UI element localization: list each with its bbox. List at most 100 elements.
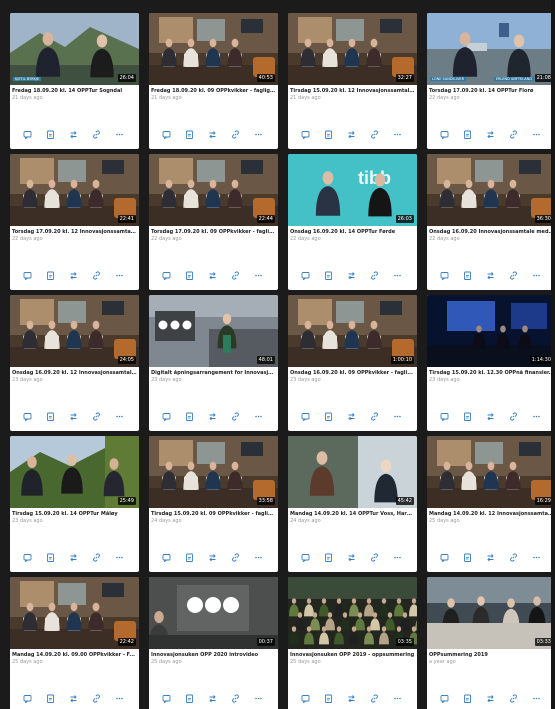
share-icon[interactable] (69, 130, 78, 139)
comment-icon[interactable] (440, 694, 449, 703)
video-card[interactable]: 03:33 OPPsummering 2019 a year ago (427, 577, 555, 709)
share-icon[interactable] (347, 130, 356, 139)
comment-icon[interactable] (440, 271, 449, 280)
share-icon[interactable] (208, 271, 217, 280)
link-icon[interactable] (231, 553, 240, 562)
video-thumbnail[interactable]: LONE SANDS-IVER ERLEND SØFTELAND 21:08 (427, 13, 555, 85)
share-icon[interactable] (486, 412, 495, 421)
video-title[interactable]: Mandag 14.09.20 kl. 09.00 OPPkvikker - F… (12, 652, 137, 659)
more-icon[interactable] (254, 694, 263, 703)
comment-icon[interactable] (162, 553, 171, 562)
video-title[interactable]: Torsdag 17.09.20 kl. 14 OPPTur Florø (429, 88, 554, 95)
share-icon[interactable] (208, 553, 217, 562)
post-icon[interactable] (324, 694, 333, 703)
video-card[interactable]: 32:27 Tirsdag 15.09.20 kl. 12 Innovasjons… (288, 13, 417, 149)
video-thumbnail[interactable]: 1:14:30 (427, 295, 555, 367)
share-icon[interactable] (208, 694, 217, 703)
more-icon[interactable] (393, 271, 402, 280)
post-icon[interactable] (324, 271, 333, 280)
video-title[interactable]: Onsdag 16.09.20 Innovasjonssamtale med..… (429, 229, 554, 236)
link-icon[interactable] (231, 130, 240, 139)
share-icon[interactable] (347, 694, 356, 703)
more-icon[interactable] (115, 271, 124, 280)
share-icon[interactable] (486, 130, 495, 139)
video-title[interactable]: Tirsdag 15.09.20 kl. 14 OPPTur Måløy (12, 511, 137, 518)
video-title[interactable]: Tirsdag 15.09.20 kl. 12.30 OPPnå finansi… (429, 370, 554, 377)
video-title[interactable]: OPPsummering 2019 (429, 652, 554, 659)
link-icon[interactable] (370, 694, 379, 703)
video-title[interactable]: Torsdag 17.09.20 kl. 09 OPPkvikker - fag… (151, 229, 276, 236)
comment-icon[interactable] (301, 553, 310, 562)
video-card[interactable]: 45:42 Mandag 14.09.20 kl. 14 OPPTur Voss,… (288, 436, 417, 572)
link-icon[interactable] (370, 412, 379, 421)
link-icon[interactable] (92, 553, 101, 562)
post-icon[interactable] (185, 412, 194, 421)
video-title[interactable]: Tirsdag 15.09.20 kl. 12 Innovasjonssamta… (290, 88, 415, 95)
post-icon[interactable] (46, 271, 55, 280)
video-title[interactable]: Mandag 14.09.20 kl. 12 Innovasjonssamtal… (429, 511, 554, 518)
more-icon[interactable] (393, 694, 402, 703)
more-icon[interactable] (115, 412, 124, 421)
video-thumbnail[interactable]: 03:33 (427, 577, 555, 649)
video-card[interactable]: 00:37 Innovasjonsuken OPP 2020 introvideo… (149, 577, 278, 709)
video-card[interactable]: 22:42 Mandag 14.09.20 kl. 09.00 OPPkvikke… (10, 577, 139, 709)
comment-icon[interactable] (162, 271, 171, 280)
post-icon[interactable] (185, 553, 194, 562)
video-title[interactable]: Digitalt åpningsarrangement for Innovasj… (151, 370, 276, 377)
share-icon[interactable] (347, 271, 356, 280)
link-icon[interactable] (231, 271, 240, 280)
video-card[interactable]: tibb 26:03 Onsdag 16.09.20 kl. 14 OPPTur F… (288, 154, 417, 290)
comment-icon[interactable] (162, 130, 171, 139)
post-icon[interactable] (324, 412, 333, 421)
comment-icon[interactable] (440, 412, 449, 421)
video-card[interactable]: 33:58 Tirsdag 15.09.20 kl. 09 OPPkvikker … (149, 436, 278, 572)
more-icon[interactable] (532, 412, 541, 421)
comment-icon[interactable] (301, 412, 310, 421)
comment-icon[interactable] (23, 553, 32, 562)
post-icon[interactable] (324, 553, 333, 562)
post-icon[interactable] (46, 412, 55, 421)
more-icon[interactable] (393, 553, 402, 562)
post-icon[interactable] (185, 271, 194, 280)
comment-icon[interactable] (23, 412, 32, 421)
more-icon[interactable] (115, 130, 124, 139)
post-icon[interactable] (46, 553, 55, 562)
video-title[interactable]: Fredag 18.09.20 kl. 14 OPPTur Sogndal (12, 88, 137, 95)
post-icon[interactable] (46, 130, 55, 139)
video-title[interactable]: Torsdag 17.09.20 kl. 12 Innovasjonssamta… (12, 229, 137, 236)
video-thumbnail[interactable]: 32:27 (288, 13, 417, 85)
post-icon[interactable] (463, 694, 472, 703)
link-icon[interactable] (231, 694, 240, 703)
share-icon[interactable] (69, 694, 78, 703)
comment-icon[interactable] (23, 271, 32, 280)
share-icon[interactable] (486, 553, 495, 562)
link-icon[interactable] (370, 553, 379, 562)
video-thumbnail[interactable]: KJETIL BYRKJE 26:04 (10, 13, 139, 85)
link-icon[interactable] (509, 553, 518, 562)
link-icon[interactable] (509, 412, 518, 421)
link-icon[interactable] (509, 694, 518, 703)
comment-icon[interactable] (440, 130, 449, 139)
share-icon[interactable] (208, 130, 217, 139)
comment-icon[interactable] (23, 694, 32, 703)
link-icon[interactable] (509, 130, 518, 139)
video-thumbnail[interactable]: 22:42 (10, 577, 139, 649)
video-title[interactable]: Onsdag 16.09.20 kl. 14 OPPTur Førde (290, 229, 415, 236)
share-icon[interactable] (486, 271, 495, 280)
video-thumbnail[interactable]: 1:00:10 (288, 295, 417, 367)
comment-icon[interactable] (301, 130, 310, 139)
link-icon[interactable] (92, 130, 101, 139)
video-thumbnail[interactable]: 24:05 (10, 295, 139, 367)
video-thumbnail[interactable]: 36:30 (427, 154, 555, 226)
video-title[interactable]: Tirsdag 15.09.20 kl. 09 OPPkvikker - fag… (151, 511, 276, 518)
video-card[interactable]: KJETIL BYRKJE 26:04 Fredag 18.09.20 kl. 14… (10, 13, 139, 149)
more-icon[interactable] (254, 553, 263, 562)
video-thumbnail[interactable]: 33:58 (149, 436, 278, 508)
video-card[interactable]: 22:44 Torsdag 17.09.20 kl. 09 OPPkvikker … (149, 154, 278, 290)
more-icon[interactable] (254, 271, 263, 280)
video-thumbnail[interactable]: 22:44 (149, 154, 278, 226)
video-thumbnail[interactable]: 16:29 (427, 436, 555, 508)
video-title[interactable]: Innovasjonsuken OPP 2020 introvideo (151, 652, 276, 659)
video-card[interactable]: 1:00:10 Onsdag 16.09.20 kl. 09 OPPkvikker… (288, 295, 417, 431)
link-icon[interactable] (509, 271, 518, 280)
